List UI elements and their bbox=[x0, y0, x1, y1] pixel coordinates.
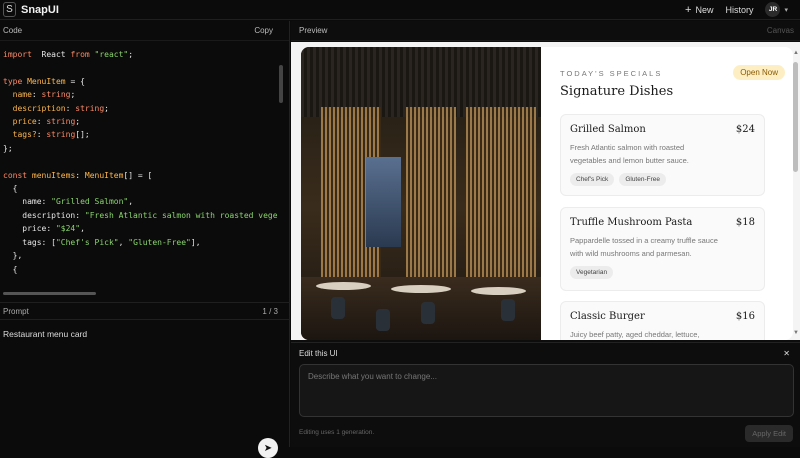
edit-textarea[interactable]: Describe what you want to change... bbox=[299, 364, 794, 417]
code-line: description: "Fresh Atlantic salmon with… bbox=[3, 210, 278, 220]
history-button[interactable]: History bbox=[725, 5, 753, 15]
menu-heading: Signature Dishes bbox=[560, 84, 674, 99]
code-line: tags: ["Chef's Pick", "Gluten-Free"], bbox=[3, 237, 201, 247]
dish-price: $16 bbox=[735, 311, 755, 322]
status-badge: Open Now bbox=[733, 65, 785, 80]
edit-title: Edit this UI bbox=[299, 349, 338, 358]
scroll-up-icon[interactable]: ▲ bbox=[793, 50, 799, 56]
dish-description: Juicy beef patty, aged cheddar, lettuce, bbox=[570, 330, 700, 339]
dish-card[interactable]: Truffle Mushroom Pasta $18 Pappardelle t… bbox=[560, 207, 765, 291]
preview-header: Preview Canvas bbox=[291, 21, 800, 41]
restaurant-photo bbox=[301, 47, 541, 340]
right-panel: Preview Canvas TODAY'S SPECIALS Open Now… bbox=[291, 21, 800, 447]
avatar[interactable]: JR bbox=[765, 2, 781, 17]
top-bar: S SnapUI + New History JR ▾ bbox=[0, 0, 800, 20]
code-line: description: string; bbox=[3, 103, 109, 113]
code-horizontal-scrollbar[interactable] bbox=[3, 292, 96, 295]
code-line: type MenuItem = { bbox=[3, 76, 85, 86]
canvas-toggle[interactable]: Canvas bbox=[767, 26, 794, 35]
top-nav: + New History JR ▾ bbox=[685, 2, 788, 17]
code-line: { bbox=[3, 264, 18, 274]
prompt-header: Prompt 1 / 3 bbox=[0, 302, 290, 320]
send-button[interactable]: ➤ bbox=[258, 438, 278, 458]
plus-icon: + bbox=[685, 3, 692, 16]
code-header: Code Copy bbox=[0, 21, 289, 41]
dish-price: $24 bbox=[735, 124, 755, 135]
dish-card[interactable]: Grilled Salmon $24 Fresh Atlantic salmon… bbox=[560, 114, 765, 196]
logo-icon[interactable]: S bbox=[3, 2, 16, 17]
code-title: Code bbox=[3, 26, 23, 35]
edit-header: Edit this UI ✕ bbox=[291, 342, 800, 364]
apply-edit-button[interactable]: Apply Edit bbox=[745, 425, 793, 442]
dish-tag: Gluten-Free bbox=[619, 173, 666, 186]
dish-tag: Vegetarian bbox=[570, 266, 614, 279]
dish-card[interactable]: Classic Burger $16 Juicy beef patty, age… bbox=[560, 301, 765, 340]
preview-canvas[interactable]: TODAY'S SPECIALS Open Now Signature Dish… bbox=[291, 42, 800, 340]
code-line: name: "Grilled Salmon", bbox=[3, 197, 134, 207]
code-line: { bbox=[3, 184, 18, 194]
code-line: tags?: string[]; bbox=[3, 130, 90, 140]
code-line: import React from "react"; bbox=[3, 50, 134, 59]
copy-button[interactable]: Copy bbox=[254, 26, 273, 35]
left-panel: Code Copy import React from "react"; typ… bbox=[0, 21, 290, 458]
dish-price: $18 bbox=[735, 217, 755, 228]
new-button[interactable]: + New bbox=[685, 4, 713, 16]
dish-name: Truffle Mushroom Pasta bbox=[570, 217, 693, 228]
dish-tags: Chef's Pick Gluten-Free bbox=[570, 173, 755, 186]
code-line: }; bbox=[3, 143, 13, 153]
close-icon[interactable]: ✕ bbox=[783, 349, 790, 358]
code-line: const menuItems: MenuItem[] = [ bbox=[3, 170, 153, 180]
code-editor[interactable]: import React from "react"; type MenuItem… bbox=[0, 42, 278, 292]
send-icon: ➤ bbox=[263, 442, 273, 454]
new-label: New bbox=[695, 4, 714, 15]
scroll-down-icon[interactable]: ▼ bbox=[793, 330, 799, 336]
dish-name: Classic Burger bbox=[570, 311, 645, 322]
dish-name: Grilled Salmon bbox=[570, 124, 646, 135]
edit-footer-note: Editing uses 1 generation. bbox=[299, 429, 375, 436]
code-line: }, bbox=[3, 251, 23, 261]
chevron-down-icon[interactable]: ▾ bbox=[784, 6, 788, 14]
dish-tags: Vegetarian bbox=[570, 266, 755, 279]
menu-content: TODAY'S SPECIALS Open Now Signature Dish… bbox=[560, 47, 785, 340]
code-vertical-scrollbar[interactable] bbox=[279, 65, 283, 103]
canvas-scrollbar[interactable] bbox=[793, 62, 798, 172]
code-line: price: string; bbox=[3, 117, 81, 127]
prompt-title: Prompt bbox=[3, 306, 29, 316]
app-name[interactable]: SnapUI bbox=[21, 4, 59, 16]
dish-description: Pappardelle tossed in a creamy truffle s… bbox=[570, 236, 718, 258]
menu-card: TODAY'S SPECIALS Open Now Signature Dish… bbox=[301, 47, 793, 340]
prompt-counter: 1 / 3 bbox=[262, 306, 278, 316]
prompt-text: Restaurant menu card bbox=[3, 329, 88, 339]
menu-eyebrow: TODAY'S SPECIALS bbox=[560, 69, 663, 78]
dish-description: Fresh Atlantic salmon with roasted veget… bbox=[570, 143, 689, 165]
code-line: price: "$24", bbox=[3, 224, 85, 234]
preview-title: Preview bbox=[299, 26, 328, 35]
dish-tag: Chef's Pick bbox=[570, 173, 615, 186]
code-line: name: string; bbox=[3, 90, 76, 100]
